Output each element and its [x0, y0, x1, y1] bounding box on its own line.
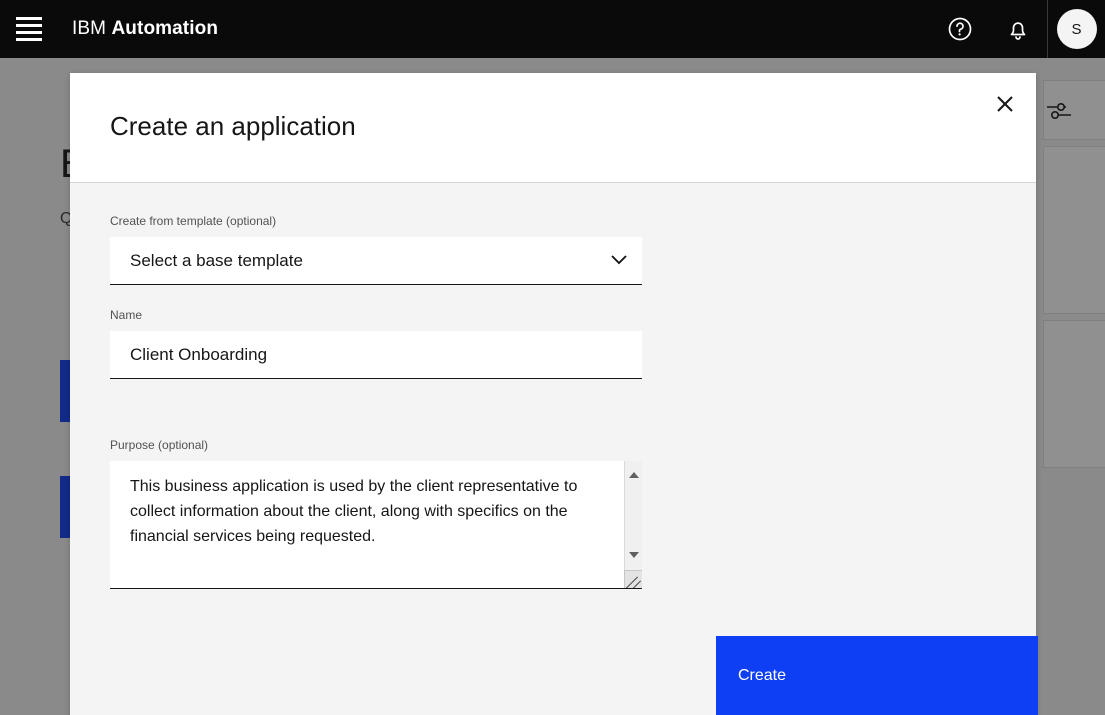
app-root: B Q a Y a Create an application — [0, 0, 1105, 715]
template-field-label: Create from template (optional) — [110, 214, 277, 228]
modal-header: Create an application — [70, 73, 1036, 183]
scroll-down-arrow-icon[interactable] — [625, 547, 643, 563]
top-navigation-bar: IBM Automation S — [0, 0, 1105, 58]
modal-footer: Create — [716, 636, 1038, 715]
purpose-field-group: Purpose (optional) This business applica… — [110, 437, 642, 589]
brand-prefix: IBM — [72, 18, 107, 39]
purpose-field-label: Purpose (optional) — [110, 438, 209, 452]
help-circle-icon[interactable] — [931, 0, 989, 58]
resize-grip-icon[interactable] — [624, 570, 642, 588]
scroll-up-arrow-icon[interactable] — [625, 467, 643, 483]
create-application-modal: Create an application Create from templa… — [70, 73, 1038, 715]
notification-bell-icon[interactable] — [989, 0, 1047, 58]
chevron-down-icon — [610, 251, 628, 271]
avatar[interactable]: S — [1047, 0, 1105, 58]
purpose-textarea[interactable]: This business application is used by the… — [110, 461, 642, 589]
template-select[interactable]: Select a base template — [110, 237, 642, 285]
top-bar-actions: S — [931, 0, 1105, 58]
name-input[interactable]: Client Onboarding — [110, 331, 642, 379]
create-button[interactable]: Create — [716, 636, 1038, 715]
brand-title: IBM Automation — [72, 18, 218, 40]
hamburger-menu-icon[interactable] — [0, 0, 58, 58]
close-icon[interactable] — [974, 73, 1036, 135]
template-field-group: Create from template (optional) Select a… — [110, 213, 642, 285]
avatar-initial: S — [1056, 9, 1097, 49]
name-field-group: Name Client Onboarding — [110, 307, 642, 379]
name-field-label: Name — [110, 308, 143, 322]
brand-name: Automation — [111, 18, 219, 39]
purpose-textarea-scrollbar[interactable] — [624, 461, 642, 588]
template-select-value: Select a base template — [130, 250, 303, 270]
purpose-textarea-value: This business application is used by the… — [130, 478, 578, 545]
page-title: Create an application — [110, 111, 356, 141]
